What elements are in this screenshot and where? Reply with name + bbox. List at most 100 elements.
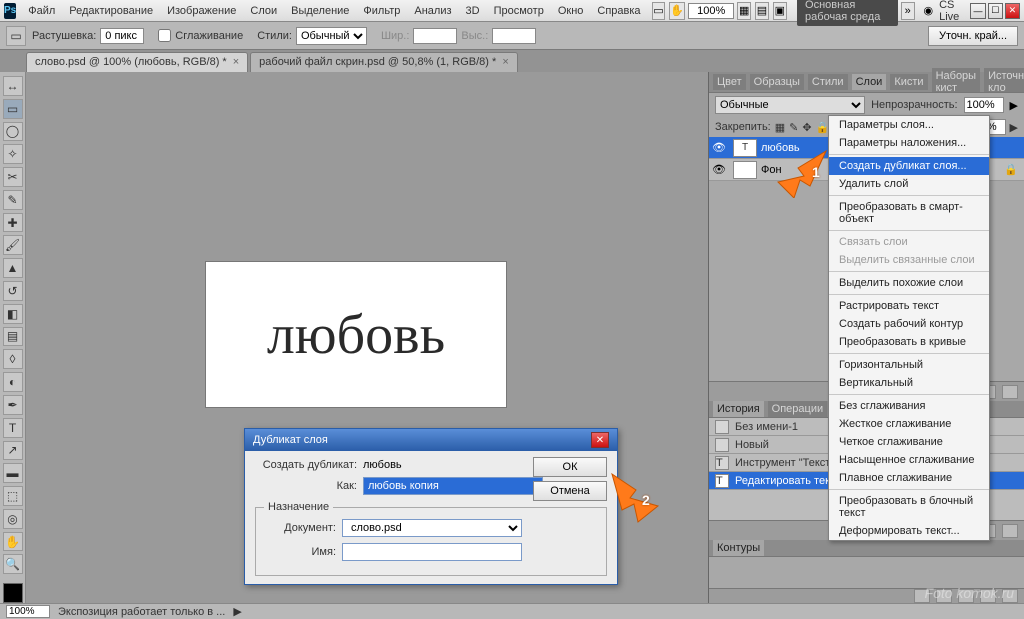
tab-swatches[interactable]: Образцы <box>750 74 804 90</box>
eye-icon[interactable]: 👁 <box>709 141 729 154</box>
menu-image[interactable]: Изображение <box>161 3 242 19</box>
hand-tool[interactable]: ✋ <box>3 532 23 552</box>
close-icon[interactable]: × <box>233 56 239 68</box>
doc-icon[interactable]: ▤ <box>755 2 769 20</box>
ok-button[interactable]: ОК <box>533 457 607 477</box>
cancel-button[interactable]: Отмена <box>533 481 607 501</box>
gradient-tool[interactable]: ▤ <box>3 327 23 347</box>
dodge-tool[interactable]: ◐ <box>3 372 23 392</box>
status-zoom-input[interactable] <box>6 605 50 618</box>
antialias-check[interactable] <box>158 29 171 42</box>
zoom-field[interactable]: 100% <box>688 3 734 19</box>
menu-file[interactable]: Файл <box>22 3 61 19</box>
ws-more-icon[interactable]: » <box>901 2 915 20</box>
menu-select[interactable]: Выделение <box>285 3 355 19</box>
trash-icon[interactable] <box>1002 524 1018 538</box>
chevron-right-icon[interactable]: ▶ <box>1010 99 1018 112</box>
ctx-item[interactable]: Вертикальный <box>829 374 989 392</box>
doc-select[interactable]: слово.psd <box>342 519 522 537</box>
tab-layers[interactable]: Слои <box>852 74 887 90</box>
hand-icon[interactable]: ✋ <box>669 2 685 20</box>
dialog-close-button[interactable]: ✕ <box>591 432 609 448</box>
ctx-item[interactable]: Плавное сглаживание <box>829 469 989 487</box>
marquee-tool[interactable]: ▭ <box>3 99 23 119</box>
window-min[interactable]: — <box>970 3 985 19</box>
ctx-item[interactable]: Параметры слоя... <box>829 116 989 134</box>
lock-trans-icon[interactable]: ▦ <box>775 121 785 134</box>
grid-icon[interactable]: ▦ <box>737 2 751 20</box>
refine-edge-button[interactable]: Уточн. край... <box>928 26 1018 46</box>
mb-icon[interactable]: ▭ <box>652 2 666 20</box>
lasso-tool[interactable]: ◯ <box>3 122 23 142</box>
tab-color[interactable]: Цвет <box>713 74 746 90</box>
ctx-item[interactable]: Преобразовать в кривые <box>829 333 989 351</box>
ctx-item[interactable]: Насыщенное сглаживание <box>829 451 989 469</box>
as-input[interactable] <box>363 477 543 495</box>
feather-input[interactable] <box>100 28 144 44</box>
heal-tool[interactable]: ✚ <box>3 213 23 233</box>
tab-paths[interactable]: Контуры <box>713 540 764 556</box>
dialog-titlebar[interactable]: Дубликат слоя ✕ <box>245 429 617 451</box>
ctx-item[interactable]: Растрировать текст <box>829 297 989 315</box>
window-close[interactable]: ✕ <box>1005 3 1020 19</box>
style-select[interactable]: Обычный <box>296 27 367 45</box>
move-tool[interactable]: ↔ <box>3 76 23 96</box>
history-brush-tool[interactable]: ↺ <box>3 281 23 301</box>
ctx-item[interactable]: Деформировать текст... <box>829 522 989 540</box>
menu-3d[interactable]: 3D <box>460 3 486 19</box>
ctx-item[interactable]: Удалить слой <box>829 175 989 193</box>
ctx-item[interactable]: Горизонтальный <box>829 356 989 374</box>
ctx-item[interactable]: Параметры наложения... <box>829 134 989 152</box>
pen-tool[interactable]: ✒ <box>3 395 23 415</box>
workspace-switch[interactable]: Основная рабочая среда <box>797 0 898 26</box>
text-tool[interactable]: T <box>3 418 23 438</box>
3d-cam-tool[interactable]: ◎ <box>3 509 23 529</box>
ctx-item[interactable]: Без сглаживания <box>829 397 989 415</box>
doc-tab-1[interactable]: рабочий файл скрин.psd @ 50,8% (1, RGB/8… <box>250 52 518 72</box>
ctx-item[interactable]: Создать рабочий контур <box>829 315 989 333</box>
tab-brushes[interactable]: Кисти <box>890 74 927 90</box>
path-tool[interactable]: ↗ <box>3 441 23 461</box>
trash-icon[interactable] <box>1002 385 1018 399</box>
lock-move-icon[interactable]: ✥ <box>802 121 811 134</box>
blend-mode-select[interactable]: Обычные <box>715 96 865 114</box>
tab-actions[interactable]: Операции <box>768 401 827 417</box>
chevron-right-icon[interactable]: ▶ <box>1010 121 1018 134</box>
screen-icon[interactable]: ▣ <box>773 2 787 20</box>
opacity-input[interactable] <box>964 97 1004 113</box>
3d-tool[interactable]: ⬚ <box>3 486 23 506</box>
fg-bg-swatch[interactable] <box>3 583 23 603</box>
tab-history[interactable]: История <box>713 401 764 417</box>
chevron-right-icon[interactable]: ▶ <box>233 605 241 618</box>
lock-brush-icon[interactable]: ✎ <box>789 121 798 134</box>
menu-help[interactable]: Справка <box>591 3 646 19</box>
doc-tab-0[interactable]: слово.psd @ 100% (любовь, RGB/8) *× <box>26 52 248 72</box>
menu-analysis[interactable]: Анализ <box>408 3 457 19</box>
zoom-tool[interactable]: 🔍 <box>3 554 23 574</box>
current-tool-icon[interactable]: ▭ <box>6 26 26 46</box>
ctx-item[interactable]: Выделить похожие слои <box>829 274 989 292</box>
brush-tool[interactable]: 🖌 <box>3 235 23 255</box>
wand-tool[interactable]: ✧ <box>3 144 23 164</box>
window-max[interactable]: ☐ <box>988 3 1003 19</box>
ctx-duplicate-layer[interactable]: Создать дубликат слоя... <box>829 157 989 175</box>
cslive-icon[interactable]: ◉ <box>924 4 934 17</box>
close-icon[interactable]: × <box>502 56 508 68</box>
ctx-item[interactable]: Преобразовать в смарт-объект <box>829 198 989 228</box>
ctx-item[interactable]: Четкое сглаживание <box>829 433 989 451</box>
blur-tool[interactable]: ◊ <box>3 349 23 369</box>
eye-icon[interactable]: 👁 <box>709 163 729 176</box>
cslive-label[interactable]: CS Live <box>939 0 964 23</box>
paths-panel[interactable] <box>709 556 1024 588</box>
crop-tool[interactable]: ✂ <box>3 167 23 187</box>
menu-layers[interactable]: Слои <box>244 3 283 19</box>
eraser-tool[interactable]: ◧ <box>3 304 23 324</box>
tab-styles[interactable]: Стили <box>808 74 848 90</box>
menu-window[interactable]: Окно <box>552 3 590 19</box>
stamp-tool[interactable]: ▲ <box>3 258 23 278</box>
menu-edit[interactable]: Редактирование <box>63 3 159 19</box>
eyedropper-tool[interactable]: ✎ <box>3 190 23 210</box>
ctx-item[interactable]: Преобразовать в блочный текст <box>829 492 989 522</box>
menu-view[interactable]: Просмотр <box>488 3 550 19</box>
menu-filter[interactable]: Фильтр <box>357 3 406 19</box>
